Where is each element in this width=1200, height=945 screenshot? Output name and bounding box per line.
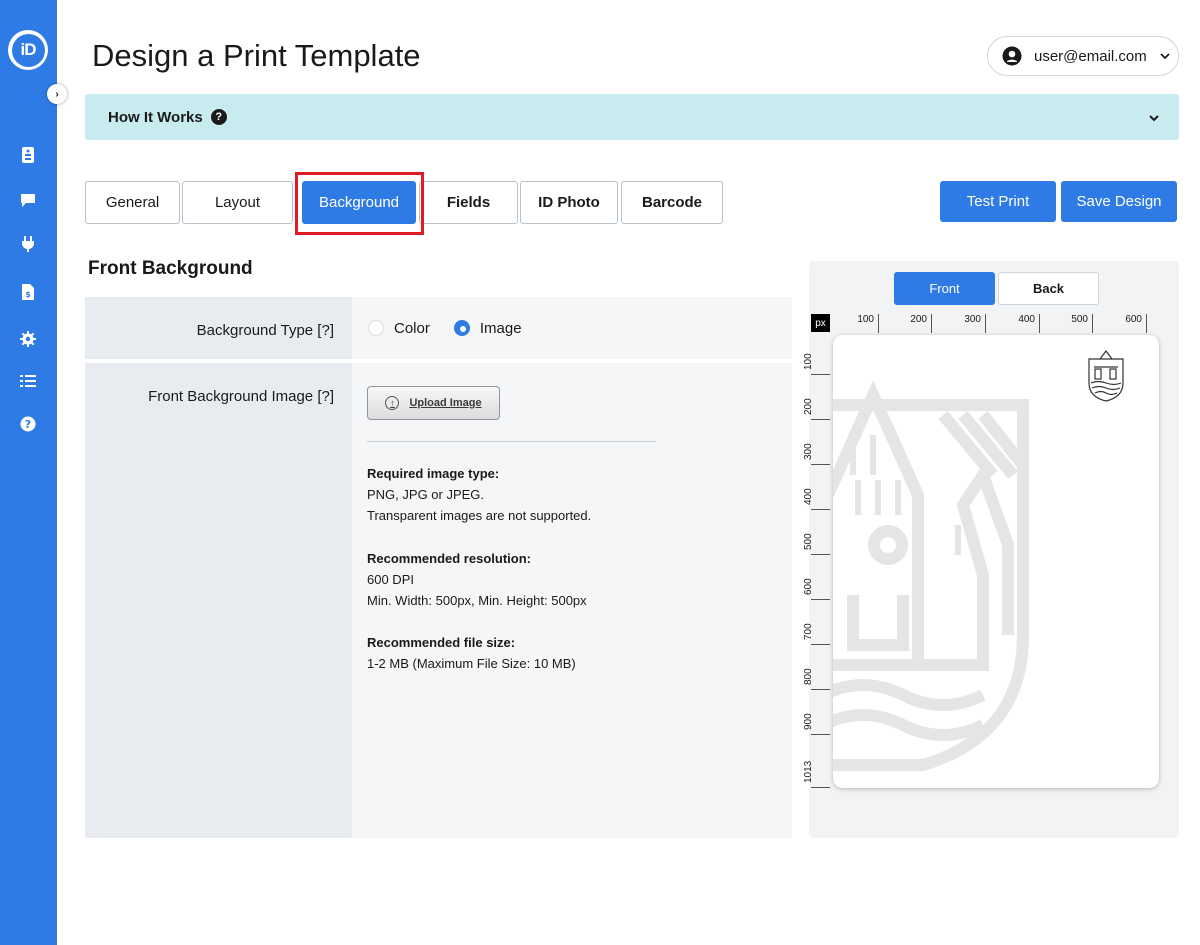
resolution-info: Recommended resolution: 600 DPI Min. Wid… xyxy=(367,548,587,611)
save-design-button[interactable]: Save Design xyxy=(1061,181,1177,222)
tab-general[interactable]: General xyxy=(85,181,180,224)
chevron-down-icon xyxy=(1149,115,1159,122)
v-ruler-label: 200 xyxy=(803,398,814,415)
v-ruler-label: 300 xyxy=(803,443,814,460)
h-ruler-tick: 300 xyxy=(932,314,986,333)
user-email: user@email.com xyxy=(1034,47,1147,65)
city-crest-logo xyxy=(1088,350,1124,402)
how-it-works-label: How It Works xyxy=(108,108,203,126)
v-ruler-label: 800 xyxy=(803,668,814,685)
back-side-button[interactable]: Back xyxy=(998,272,1099,305)
radio-image-dot[interactable] xyxy=(453,320,470,336)
card-preview xyxy=(833,335,1159,788)
page-title: Design a Print Template xyxy=(92,38,421,73)
resolution-line2: Min. Width: 500px, Min. Height: 500px xyxy=(367,593,587,608)
h-ruler-tick: 500 xyxy=(1040,314,1093,333)
v-ruler-label: 700 xyxy=(803,623,814,640)
app-logo[interactable]: iD xyxy=(8,30,48,70)
v-ruler-label: 1013 xyxy=(803,760,814,783)
v-ruler-label: 600 xyxy=(803,578,814,595)
file-size-info: Recommended file size: 1-2 MB (Maximum F… xyxy=(367,632,576,674)
v-ruler-tick: 100 xyxy=(803,335,830,375)
plug-icon[interactable] xyxy=(17,233,39,255)
radio-image[interactable]: Image xyxy=(453,319,522,337)
tab-id-photo[interactable]: ID Photo xyxy=(520,181,618,224)
front-background-image-text: Front Background Image [?] xyxy=(148,388,334,405)
help-icon[interactable]: ? xyxy=(17,413,39,435)
list-icon[interactable] xyxy=(17,370,39,392)
v-ruler-tick: 300 xyxy=(803,420,830,465)
resolution-heading: Recommended resolution: xyxy=(367,551,531,566)
logo-text: iD xyxy=(11,33,45,67)
user-avatar-icon xyxy=(1002,46,1022,66)
front-background-image-label: Front Background Image [?] xyxy=(85,363,352,838)
chevron-down-icon xyxy=(1160,53,1170,60)
v-ruler-tick: 800 xyxy=(803,645,830,690)
gear-icon[interactable] xyxy=(17,328,39,350)
v-ruler-tick: 200 xyxy=(803,375,830,420)
active-tab-highlight xyxy=(295,172,424,235)
radio-color-label: Color xyxy=(394,319,430,337)
image-type-line1: PNG, JPG or JPEG. xyxy=(367,487,485,502)
ruler-unit: px xyxy=(811,314,830,332)
v-ruler-label: 500 xyxy=(803,533,814,550)
svg-text:?: ? xyxy=(25,418,31,431)
divider xyxy=(367,441,656,442)
h-ruler-tick: 100 xyxy=(833,314,879,333)
v-ruler-tick: 600 xyxy=(803,555,830,600)
v-ruler-label: 100 xyxy=(803,353,814,370)
help-icon: ? xyxy=(210,109,227,125)
file-size-line1: 1-2 MB (Maximum File Size: 10 MB) xyxy=(367,656,576,671)
h-ruler-tick: 200 xyxy=(879,314,932,333)
image-type-heading: Required image type: xyxy=(367,466,500,481)
upload-arrow-icon: ↑ xyxy=(385,396,400,410)
file-size-heading: Recommended file size: xyxy=(367,635,516,650)
v-ruler-tick: 500 xyxy=(803,510,830,555)
id-badge-icon[interactable] xyxy=(17,144,39,166)
h-ruler-tick: 400 xyxy=(986,314,1040,333)
upload-image-button[interactable]: ↑ Upload Image xyxy=(367,386,500,420)
h-ruler-tick: 600 xyxy=(1093,314,1147,333)
upload-image-label: Upload Image xyxy=(409,397,482,409)
tab-fields[interactable]: Fields xyxy=(419,181,518,224)
chat-icon[interactable] xyxy=(17,189,39,211)
tab-barcode[interactable]: Barcode xyxy=(621,181,723,224)
image-type-info: Required image type: PNG, JPG or JPEG. T… xyxy=(367,463,591,526)
user-menu-button[interactable]: user@email.com xyxy=(987,36,1179,76)
v-ruler-tick: 400 xyxy=(803,465,830,510)
tab-layout[interactable]: Layout xyxy=(182,181,293,224)
image-type-line2: Transparent images are not supported. xyxy=(367,508,592,523)
radio-color[interactable]: Color xyxy=(368,320,430,337)
test-print-button[interactable]: Test Print xyxy=(940,181,1056,222)
resolution-line1: 600 DPI xyxy=(367,572,414,587)
v-ruler-tick: 900 xyxy=(803,690,830,735)
sidebar-expand-button[interactable]: › xyxy=(47,84,67,104)
invoice-icon[interactable]: $ xyxy=(17,281,39,303)
background-type-label: Background Type [?] xyxy=(85,297,352,359)
how-it-works-accordion[interactable]: How It Works ? xyxy=(85,94,1179,140)
radio-color-dot[interactable] xyxy=(368,320,384,336)
v-ruler-label: 900 xyxy=(803,713,814,730)
background-type-options: Color Image xyxy=(352,297,792,359)
v-ruler-label: 400 xyxy=(803,488,814,505)
svg-text:$: $ xyxy=(25,290,31,299)
front-side-button[interactable]: Front xyxy=(894,272,995,305)
section-title: Front Background xyxy=(88,258,253,279)
radio-image-label: Image xyxy=(479,319,522,337)
v-ruler-tick: 700 xyxy=(803,600,830,645)
v-ruler-tick: 1013 xyxy=(803,735,830,788)
sidebar: iD $ ? xyxy=(0,0,57,945)
